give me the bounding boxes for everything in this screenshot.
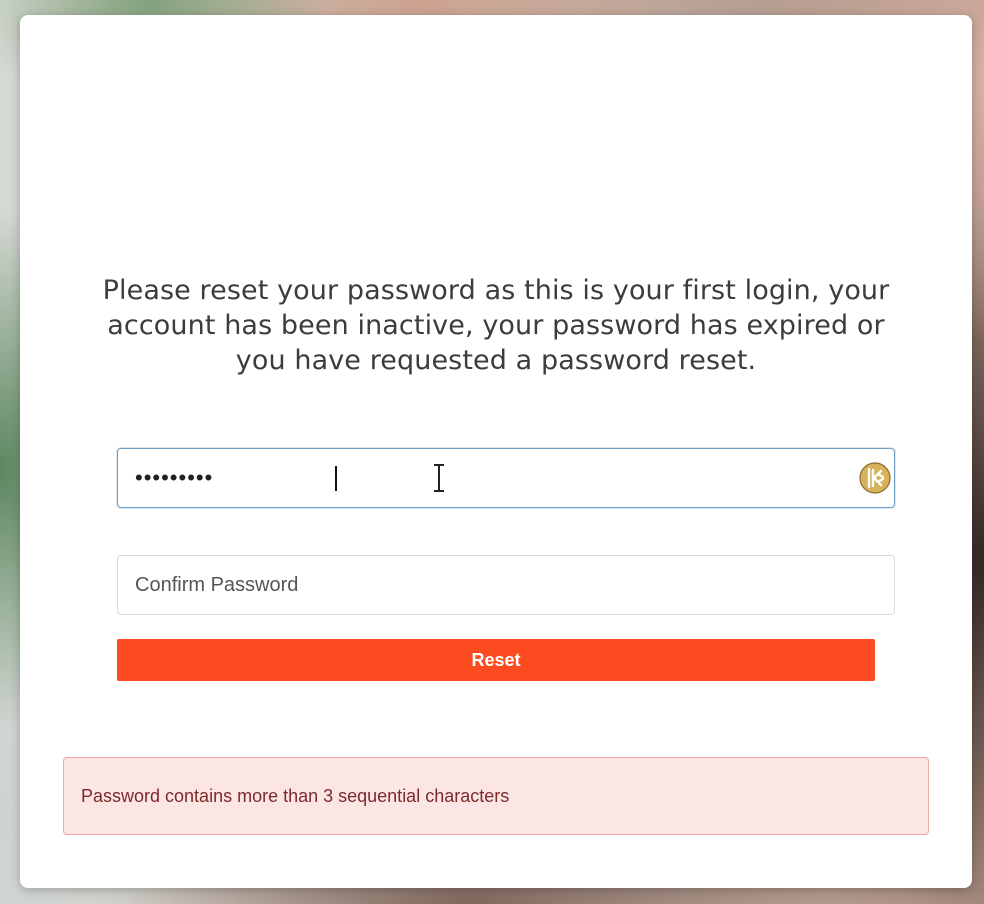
keeper-icon[interactable]: [859, 462, 891, 494]
reset-instructions: Please reset your password as this is yo…: [102, 275, 890, 376]
error-message: Password contains more than 3 sequential…: [81, 786, 510, 806]
text-caret: [335, 466, 337, 491]
confirm-password-input[interactable]: [118, 556, 894, 614]
error-alert: Password contains more than 3 sequential…: [63, 757, 929, 835]
text-cursor-icon: [434, 464, 444, 492]
reset-password-card: Please reset your password as this is yo…: [20, 15, 972, 888]
confirm-password-field[interactable]: [117, 555, 895, 615]
new-password-field[interactable]: [117, 448, 895, 508]
new-password-input[interactable]: [118, 449, 894, 507]
reset-button[interactable]: Reset: [117, 639, 875, 681]
